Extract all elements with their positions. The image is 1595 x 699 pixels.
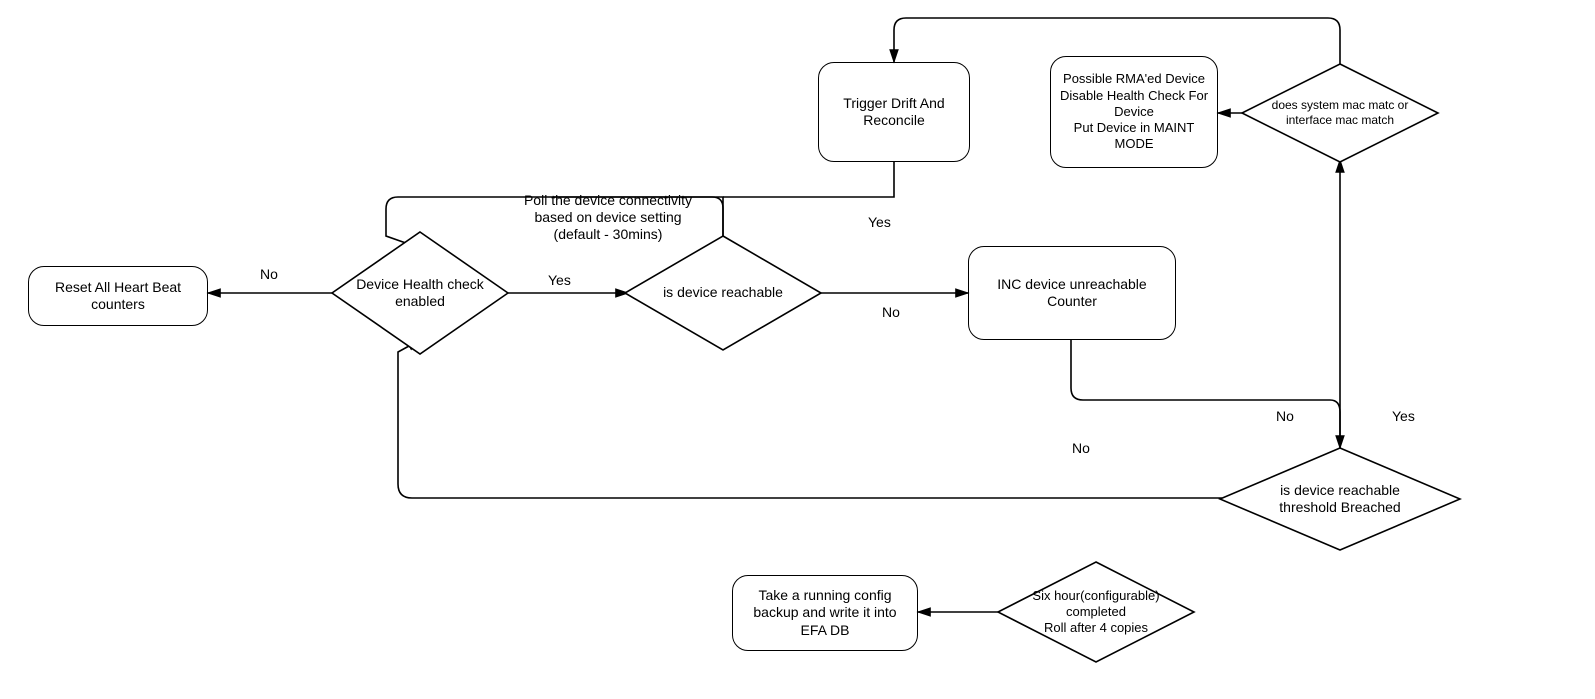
node-health-check-enabled: Device Health check enabled [330,230,510,356]
node-is-reachable: is device reachable [623,234,823,352]
label-no-left: No [260,266,278,283]
node-health-check-enabled-text: Device Health check enabled [330,276,510,311]
label-no-upper: No [882,304,900,321]
node-trigger-drift: Trigger Drift And Reconcile [818,62,970,162]
node-threshold-breached: is device reachable threshold Breached [1218,446,1462,552]
label-threshold-no: No [1276,408,1294,425]
label-yes-upper: Yes [868,214,891,231]
node-is-reachable-text: is device reachable [655,284,791,302]
node-six-hour-text: Six hour(configurable) completed Roll af… [1024,588,1167,637]
label-poll-caption: Poll the device connectivity based on de… [468,192,748,242]
label-yes-mid: Yes [548,272,571,289]
node-take-backup: Take a running config backup and write i… [732,575,918,651]
node-six-hour: Six hour(configurable) completed Roll af… [996,560,1196,664]
node-reset-counters: Reset All Heart Beat counters [28,266,208,326]
label-no-lower: No [1072,440,1090,457]
label-threshold-yes: Yes [1392,408,1415,425]
node-rma-actions: Possible RMA'ed Device Disable Health Ch… [1050,56,1218,168]
node-mac-match: does system mac matc or interface mac ma… [1240,62,1440,164]
flowchart-canvas: reset_counters --> is_reachable --> inc_… [0,0,1595,699]
node-inc-counter: INC device unreachable Counter [968,246,1176,340]
node-mac-match-text: does system mac matc or interface mac ma… [1252,98,1428,128]
node-threshold-breached-text: is device reachable threshold Breached [1242,482,1438,517]
